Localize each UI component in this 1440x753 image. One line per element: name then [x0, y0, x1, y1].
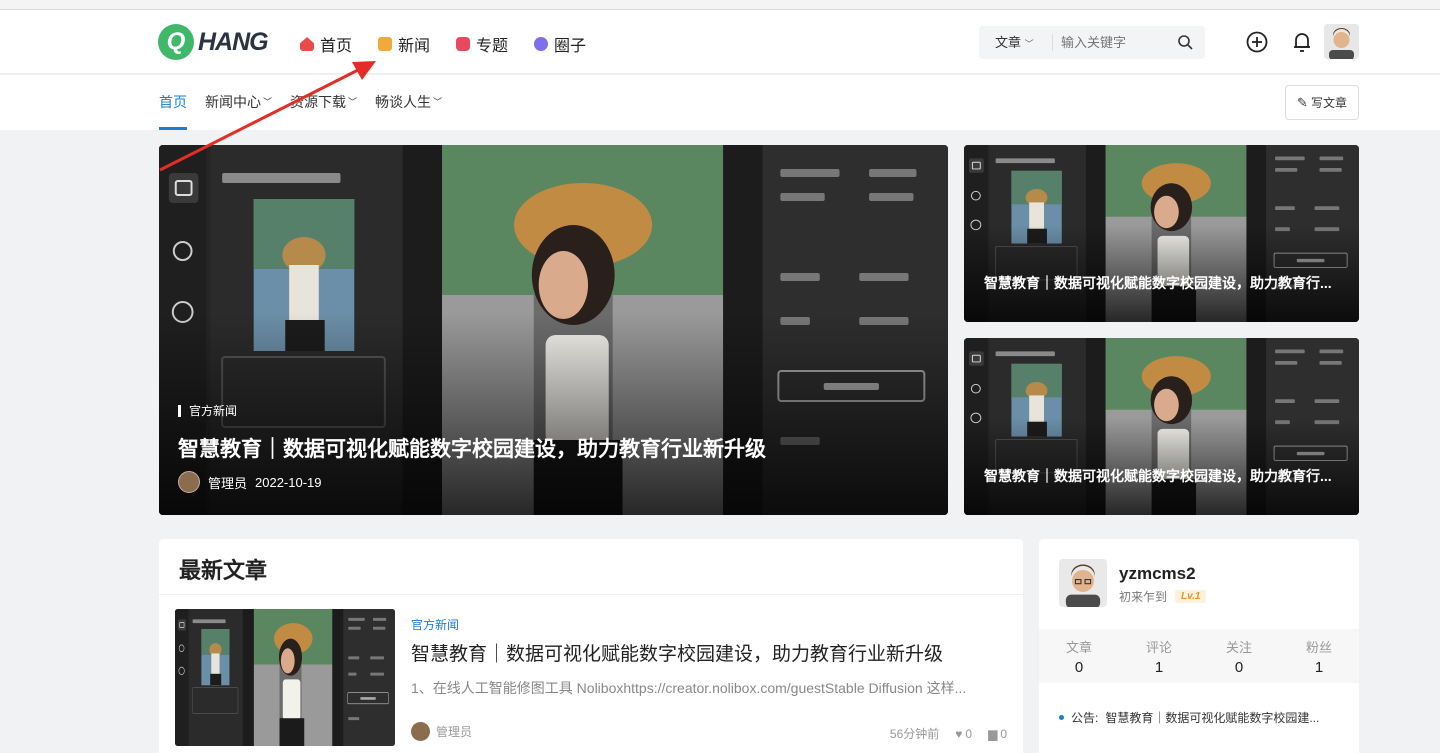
- stat-articles[interactable]: 文章 0: [1039, 629, 1119, 683]
- announcement-label: 公告:: [1071, 711, 1099, 725]
- logo-text: HANG: [198, 27, 269, 56]
- chevron-down-icon: ﹀: [433, 97, 443, 107]
- search-category-label: 文章: [995, 35, 1022, 50]
- hero-meta: 管理员 2022-10-19: [178, 471, 322, 493]
- subnav-item-downloads[interactable]: 资源下载 ﹀: [290, 75, 357, 130]
- user-profile-panel: yzmcms2 初来乍到 Lv.1 文章 0 评论 1 关注 0 粉丝 1 公告: 智慧…: [1039, 539, 1359, 753]
- nav-label: 新闻: [398, 38, 431, 55]
- profile-stats: 文章 0 评论 1 关注 0 粉丝 1: [1039, 629, 1359, 683]
- hero-title[interactable]: 智慧教育｜数据可视化赋能数字校园建设，助力教育行业新升级: [178, 433, 878, 463]
- sub-nav: 首页 新闻中心 ﹀ 资源下载 ﹀ 畅谈人生 ﹀ ✎ 写文章: [0, 75, 1440, 130]
- article-thumbnail[interactable]: [175, 609, 395, 746]
- profile-title: 初来乍到: [1119, 590, 1168, 604]
- subnav-label: 畅谈人生: [375, 94, 432, 110]
- nav-item-topic[interactable]: 专题: [456, 32, 508, 56]
- subnav-label: 首页: [159, 94, 187, 110]
- stat-value: 1: [1154, 659, 1164, 676]
- write-article-button[interactable]: ✎ 写文章: [1285, 85, 1359, 120]
- stat-value: 0: [1234, 659, 1244, 676]
- logo-mark: Q: [158, 24, 194, 60]
- comment-button[interactable]: ▆ 0: [988, 727, 1007, 741]
- article-excerpt: 1、在线人工智能修图工具 Noliboxhttps://creator.noli…: [411, 680, 967, 696]
- stat-value: 0: [1074, 659, 1084, 676]
- hero-category[interactable]: 官方新闻: [178, 405, 237, 417]
- latest-heading: 最新文章: [179, 558, 268, 583]
- profile-subtitle: 初来乍到 Lv.1: [1119, 588, 1207, 605]
- search-category-select[interactable]: 文章 ﹀: [979, 34, 1053, 51]
- hero-date: 2022-10-19: [255, 474, 322, 490]
- news-icon: [378, 37, 393, 51]
- site-logo[interactable]: Q HANG: [158, 24, 269, 60]
- home-icon: [300, 37, 314, 51]
- profile-avatar[interactable]: [1059, 559, 1107, 607]
- browser-top-strip: [0, 0, 1440, 10]
- chevron-down-icon: ﹀: [1024, 39, 1034, 49]
- article-time: 56分钟前: [889, 727, 940, 741]
- article-stats: 56分钟前 ♥ 0 ▆ 0: [890, 725, 1007, 742]
- stat-following[interactable]: 关注 0: [1199, 629, 1279, 683]
- header-actions: [1246, 31, 1312, 53]
- stat-label: 粉丝: [1305, 640, 1332, 655]
- author-avatar[interactable]: [178, 471, 200, 493]
- stat-label: 关注: [1225, 640, 1252, 655]
- article-author[interactable]: 管理员: [411, 722, 472, 741]
- user-avatar[interactable]: [1324, 24, 1359, 59]
- nav-item-circle[interactable]: 圈子: [534, 32, 586, 56]
- comment-count: 0: [1000, 726, 1007, 741]
- side-card-title[interactable]: 智慧教育｜数据可视化赋能数字校园建设，助力教育行...: [984, 273, 1339, 293]
- stat-label: 文章: [1065, 640, 1092, 655]
- bullet-icon: [1059, 715, 1064, 720]
- level-badge: Lv.1: [1175, 590, 1207, 603]
- main-nav: 首页 新闻 专题 圈子: [300, 32, 586, 56]
- side-card-2[interactable]: 智慧教育｜数据可视化赋能数字校园建设，助力教育行...: [964, 338, 1359, 515]
- author-avatar: [411, 722, 430, 741]
- hero-card[interactable]: 官方新闻 智慧教育｜数据可视化赋能数字校园建设，助力教育行业新升级 管理员 20…: [159, 145, 948, 515]
- site-header: Q HANG 首页 新闻 专题 圈子 文章 ﹀: [0, 10, 1440, 74]
- comment-icon: ▆: [988, 726, 998, 741]
- hero-author[interactable]: 管理员: [208, 473, 247, 492]
- like-button[interactable]: ♥ 0: [955, 727, 972, 741]
- profile-name[interactable]: yzmcms2: [1119, 564, 1196, 584]
- side-card-title[interactable]: 智慧教育｜数据可视化赋能数字校园建设，助力教育行...: [984, 466, 1339, 486]
- search-icon[interactable]: [1177, 34, 1193, 50]
- article-title[interactable]: 智慧教育｜数据可视化赋能数字校园建设，助力教育行业新升级: [411, 639, 943, 666]
- subnav-item-home[interactable]: 首页: [159, 75, 187, 130]
- stat-comments[interactable]: 评论 1: [1119, 629, 1199, 683]
- topic-icon: [456, 37, 471, 51]
- nav-label: 首页: [320, 38, 353, 55]
- side-card-1[interactable]: 智慧教育｜数据可视化赋能数字校园建设，助力教育行...: [964, 145, 1359, 322]
- subnav-label: 新闻中心: [205, 94, 261, 110]
- add-circle-icon[interactable]: [1246, 31, 1268, 53]
- like-count: 0: [965, 726, 973, 741]
- subnav-item-life[interactable]: 畅谈人生 ﹀: [375, 75, 442, 130]
- stat-value: 1: [1314, 659, 1324, 676]
- chevron-down-icon: ﹀: [263, 97, 273, 107]
- chevron-down-icon: ﹀: [348, 97, 358, 107]
- announcement-text: 智慧教育｜数据可视化赋能数字校园建...: [1105, 711, 1320, 725]
- nav-item-home[interactable]: 首页: [300, 32, 352, 56]
- nav-item-news[interactable]: 新闻: [378, 32, 430, 56]
- announcement[interactable]: 公告: 智慧教育｜数据可视化赋能数字校园建...: [1059, 709, 1319, 726]
- article-image: [175, 609, 395, 746]
- subnav-label: 资源下载: [290, 94, 347, 110]
- stat-followers[interactable]: 粉丝 1: [1279, 629, 1359, 683]
- bell-icon[interactable]: [1292, 31, 1312, 53]
- nav-label: 专题: [476, 38, 509, 55]
- heart-icon: ♥: [955, 726, 963, 741]
- nav-label: 圈子: [554, 38, 587, 55]
- planet-icon: [534, 37, 549, 51]
- feather-icon: ✎: [1297, 94, 1308, 110]
- subnav-item-news-center[interactable]: 新闻中心 ﹀: [205, 75, 272, 130]
- search-input[interactable]: [1061, 35, 1171, 50]
- article-author-name: 管理员: [436, 725, 473, 739]
- divider: [159, 594, 1023, 595]
- latest-articles-panel: 最新文章 官方新闻 智慧教育｜数据可视化赋能数字校园建设，助力教育行业新升级 1…: [159, 539, 1023, 753]
- stat-label: 评论: [1145, 640, 1172, 655]
- article-category[interactable]: 官方新闻: [411, 616, 459, 633]
- search-bar: 文章 ﹀: [979, 26, 1205, 59]
- write-article-label: 写文章: [1310, 96, 1347, 110]
